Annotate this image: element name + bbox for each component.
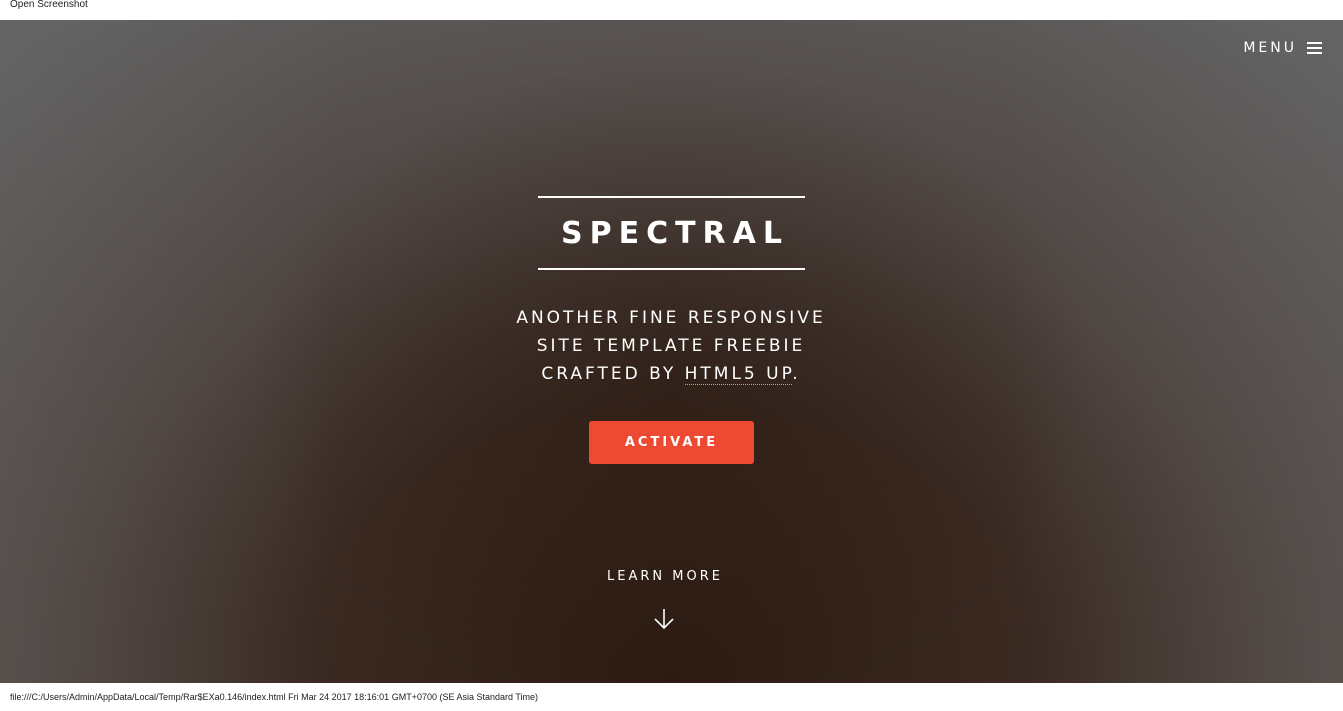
site-title-box: SPECTRAL [538,196,805,270]
subtitle-line-3: CRAFTED BY HTML5 UP. [421,360,921,388]
activate-button[interactable]: ACTIVATE [589,421,754,464]
learn-more-link[interactable]: LEARN MORE [565,569,765,584]
site-title: SPECTRAL [560,215,789,251]
subtitle-line-3-suffix: . [792,364,801,384]
subtitle-line-3-prefix: CRAFTED BY [541,364,685,384]
menu-label: MENU [1243,40,1297,56]
hamburger-icon [1307,41,1322,55]
hero-banner: MENU SPECTRAL ANOTHER FINE RESPONSIVE SI… [0,20,1343,683]
screenshot-caption: Open Screenshot [10,0,88,10]
site-subtitle: ANOTHER FINE RESPONSIVE SITE TEMPLATE FR… [421,304,921,388]
arrow-down-icon[interactable] [652,607,676,631]
html5up-link[interactable]: HTML5 UP [684,364,793,385]
menu-button[interactable]: MENU [1243,40,1322,56]
subtitle-line-1: ANOTHER FINE RESPONSIVE [516,308,826,328]
subtitle-line-2: SITE TEMPLATE FREEBIE [536,336,806,356]
status-bar-text: file:///C:/Users/Admin/AppData/Local/Tem… [10,692,539,702]
